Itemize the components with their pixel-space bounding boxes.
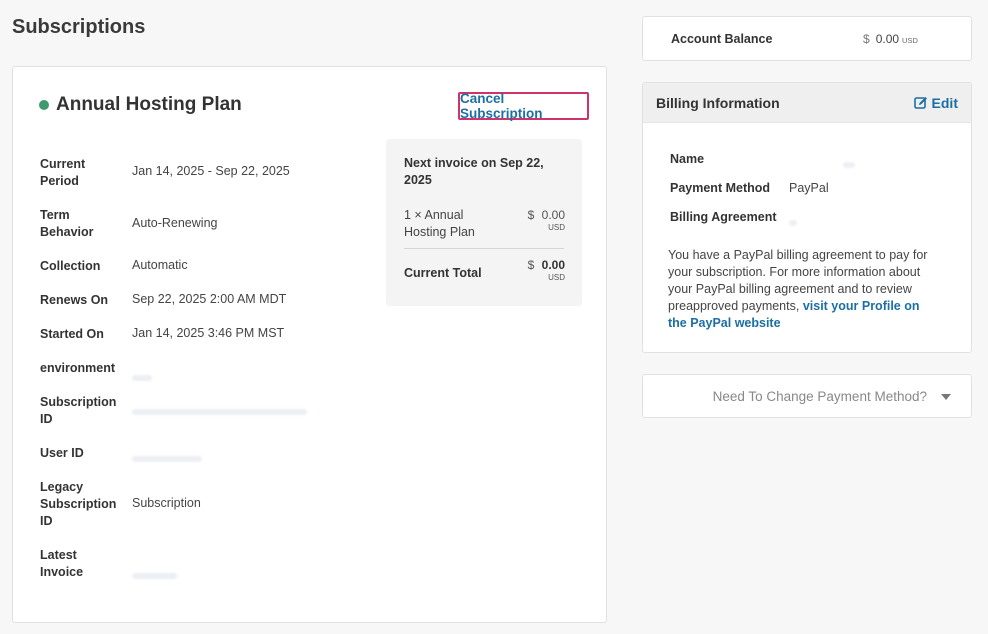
account-balance-card: Account Balance $0.00 USD xyxy=(642,16,972,61)
caret-down-icon xyxy=(941,394,951,400)
subscription-id-value xyxy=(132,404,307,418)
cancel-subscription-button[interactable]: Cancel Subscription xyxy=(458,91,589,121)
total-currency-symbol: $ xyxy=(527,258,535,272)
balance-currency: USD xyxy=(902,36,918,45)
balance-amount: 0.00 xyxy=(875,32,900,46)
line-currency-symbol: $ xyxy=(527,208,535,222)
billing-name-value xyxy=(843,157,855,171)
billing-header: Billing Information Edit xyxy=(643,83,971,123)
edit-icon xyxy=(913,97,927,109)
term-behavior-value: Auto-Renewing xyxy=(132,216,218,230)
current-period-value: Jan 14, 2025 - Sep 22, 2025 xyxy=(132,164,290,178)
invoice-total-amount: $ 0.00 USD xyxy=(528,258,565,282)
edit-label: Edit xyxy=(931,95,958,111)
next-invoice-title: Next invoice on Sep 22, 2025 xyxy=(404,156,544,187)
change-payment-method-dropdown[interactable]: Need To Change Payment Method? xyxy=(642,374,972,418)
billing-title: Billing Information xyxy=(656,95,780,111)
line-amount: 0.00 xyxy=(541,208,565,222)
legacy-subscription-id-label: Legacy Subscription ID xyxy=(40,480,117,528)
edit-billing-link[interactable]: Edit xyxy=(913,95,958,111)
current-period-label: Current Period xyxy=(40,157,86,188)
collection-label: Collection xyxy=(40,259,101,273)
started-on-value: Jan 14, 2025 3:46 PM MST xyxy=(132,326,285,340)
line-currency: USD xyxy=(548,223,565,232)
invoice-divider xyxy=(404,248,564,249)
page-title: Subscriptions xyxy=(12,16,146,38)
account-balance-label: Account Balance xyxy=(671,32,773,46)
environment-label: environment xyxy=(40,361,116,375)
user-id-label: User ID xyxy=(40,446,84,460)
balance-currency-symbol: $ xyxy=(863,32,870,46)
paypal-billing-note: You have a PayPal billing agreement to p… xyxy=(668,247,928,332)
payment-method-value: PayPal xyxy=(789,181,829,195)
status-dot-icon xyxy=(39,100,49,110)
latest-invoice-label: Latest Invoice xyxy=(40,548,84,579)
user-id-value xyxy=(132,451,202,465)
total-amount: 0.00 xyxy=(541,258,565,272)
change-payment-label: Need To Change Payment Method? xyxy=(712,389,927,404)
plan-header: Annual Hosting Plan xyxy=(39,94,242,116)
term-behavior-label: Term Behavior xyxy=(40,208,94,239)
renews-on-label: Renews On xyxy=(40,293,109,307)
billing-name-label: Name xyxy=(670,152,705,166)
renews-on-value: Sep 22, 2025 2:00 AM MDT xyxy=(132,292,287,306)
latest-invoice-value xyxy=(132,568,177,582)
invoice-line-item: 1 × Annual Hosting Plan xyxy=(404,208,475,239)
account-balance-value: $0.00 USD xyxy=(863,32,918,46)
total-currency: USD xyxy=(548,273,565,282)
subscription-card: Annual Hosting Plan Cancel Subscription … xyxy=(12,66,607,623)
billing-agreement-value xyxy=(789,215,797,229)
subscription-id-label: Subscription ID xyxy=(40,395,117,426)
collection-value: Automatic xyxy=(132,258,188,272)
next-invoice-panel: Next invoice on Sep 22, 2025 1 × Annual … xyxy=(386,139,582,306)
plan-name: Annual Hosting Plan xyxy=(56,94,242,115)
billing-information-card: Billing Information Edit Name Payment Me… xyxy=(642,82,972,353)
legacy-subscription-id-value: Subscription xyxy=(132,496,201,510)
billing-agreement-label: Billing Agreement xyxy=(670,210,777,224)
environment-value xyxy=(132,370,152,384)
current-total-label: Current Total xyxy=(404,266,482,280)
invoice-line-amount: $ 0.00 USD xyxy=(528,208,565,232)
started-on-label: Started On xyxy=(40,327,104,341)
payment-method-label: Payment Method xyxy=(670,181,771,195)
